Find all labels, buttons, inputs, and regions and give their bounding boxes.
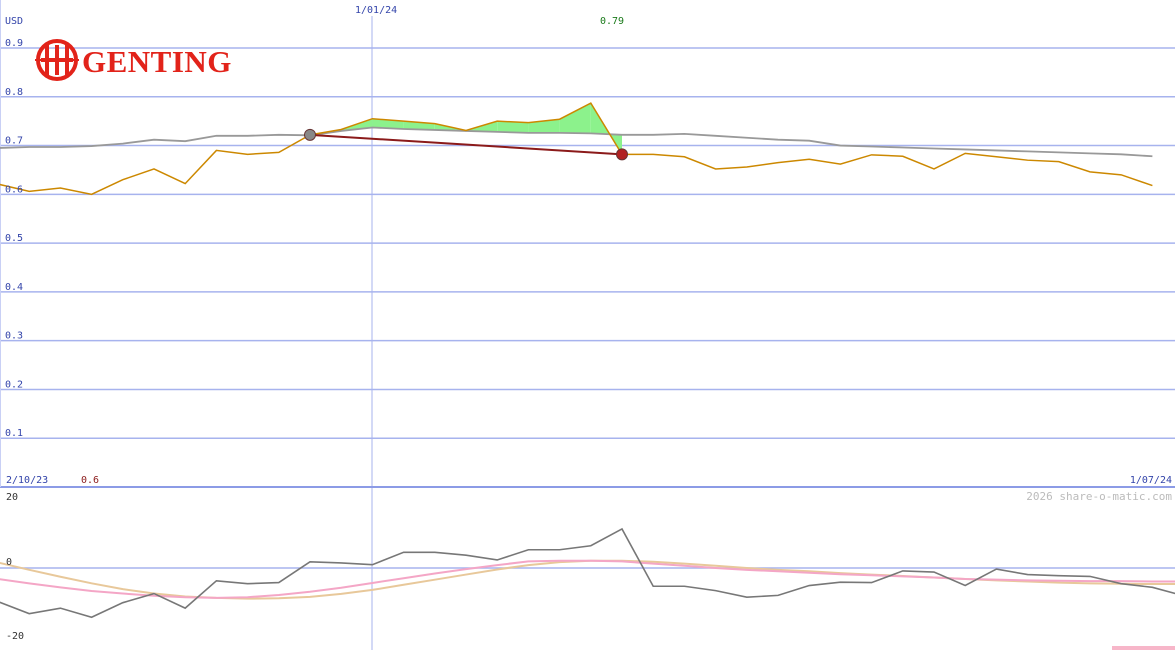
logo-wordmark: GENTING — [82, 44, 232, 79]
oscillator-series-group — [0, 527, 1175, 619]
oscillator-y-tick-label: -20 — [6, 631, 24, 642]
price-y-tick-label: 0.6 — [5, 184, 23, 195]
genting-emblem-icon — [35, 39, 79, 81]
start-date-label: 2/10/23 — [6, 475, 48, 486]
top-date-label: 1/01/24 — [355, 5, 397, 16]
price-y-tick-label: 0.1 — [5, 428, 23, 439]
gain-fill-segment — [559, 103, 591, 134]
price-y-tick-label: 0.5 — [5, 233, 23, 244]
chart-canvas: 0.10.20.30.40.50.60.70.80.9 USD 1/01/24 … — [0, 0, 1175, 650]
trend-line — [309, 133, 623, 156]
price-marker — [616, 148, 628, 161]
peak-value-label: 0.79 — [600, 16, 624, 27]
price-marker — [304, 128, 316, 141]
price-y-tick-label: 0.9 — [5, 38, 23, 49]
end-date-label: 1/07/24 — [1130, 475, 1172, 486]
genting-logo: GENTING — [35, 39, 232, 81]
price-y-tick-label: 0.3 — [5, 331, 23, 342]
oscillator-y-tick-label: 0 — [6, 557, 12, 568]
oscillator-y-tick-label: 20 — [6, 492, 18, 503]
price-y-tick-label: 0.7 — [5, 136, 23, 147]
price-y-tick-label: 0.2 — [5, 379, 23, 390]
copyright-label: 2026 share-o-matic.com — [1026, 490, 1172, 503]
start-value-label: 0.6 — [81, 475, 99, 486]
oscillator-line — [0, 527, 1175, 619]
trend-line-group — [309, 133, 623, 156]
price-y-tick-label: 0.8 — [5, 87, 23, 98]
signal-1-line — [0, 559, 1175, 599]
currency-label: USD — [5, 16, 23, 27]
price-y-tick-labels: 0.1 0.2 0.3 0.4 0.5 0.6 0.7 0.8 0.9 — [5, 38, 23, 439]
oscillator-corner-highlight — [1112, 646, 1175, 650]
price-y-tick-label: 0.4 — [5, 282, 23, 293]
